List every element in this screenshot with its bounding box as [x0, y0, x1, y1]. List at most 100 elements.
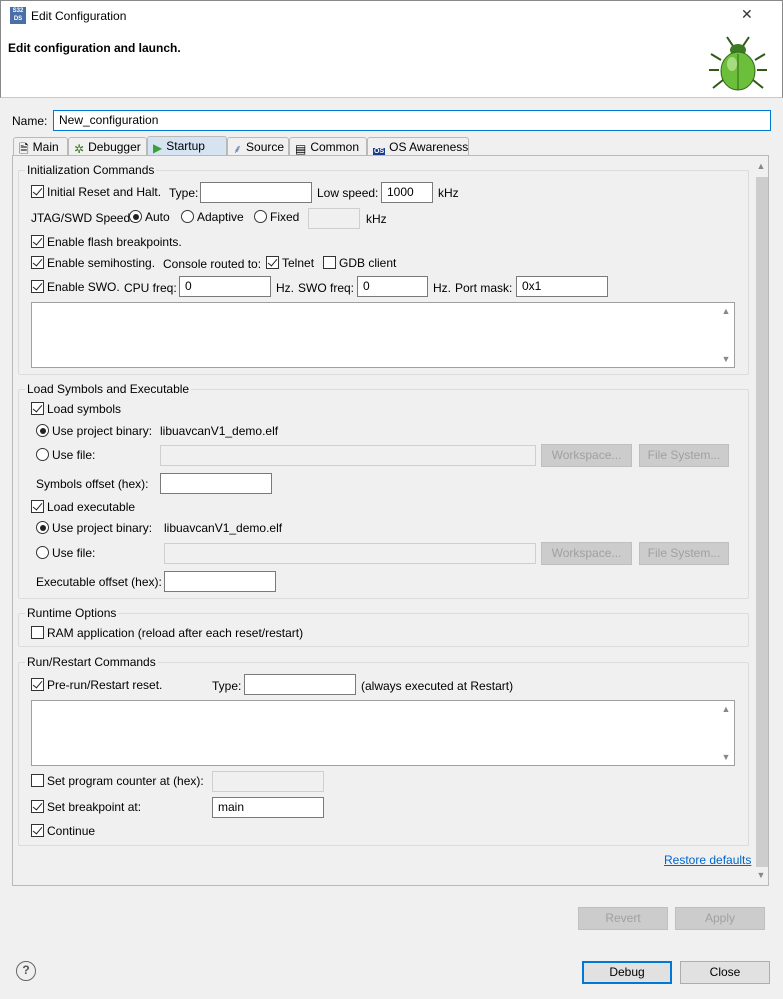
tab-common[interactable]: ▤ Common	[289, 137, 367, 156]
table-icon: ▤	[295, 142, 307, 156]
exec-project-binary-radio[interactable]: Use project binary:	[36, 521, 152, 535]
tab-source[interactable]: ⸙ Source	[227, 137, 289, 156]
khz-label: kHz	[366, 212, 387, 226]
exec-file-input[interactable]	[164, 543, 536, 564]
tab-label: Main	[32, 140, 59, 154]
cpu-freq-input[interactable]: 0	[179, 276, 271, 297]
label: Auto	[145, 210, 170, 224]
restart-note: (always executed at Restart)	[361, 679, 514, 693]
label: Initial Reset and Halt.	[47, 185, 162, 199]
low-speed-input[interactable]: 1000	[381, 182, 433, 203]
label: RAM application (reload after each reset…	[47, 626, 304, 640]
label: Telnet	[282, 256, 315, 270]
label: Adaptive	[197, 210, 244, 224]
revert-button[interactable]: Revert	[578, 907, 668, 930]
group-title: Initialization Commands	[25, 163, 157, 177]
load-executable-checkbox[interactable]: Load executable	[31, 500, 135, 514]
khz-label: kHz	[438, 186, 459, 200]
set-pc-checkbox[interactable]: Set program counter at (hex):	[31, 774, 204, 788]
bug-icon	[709, 36, 767, 91]
bug-icon: ✲	[74, 142, 85, 156]
swo-freq-label: SWO freq:	[298, 281, 355, 295]
title-bar: S32 DS Edit Configuration ✕	[0, 0, 783, 32]
header-message: Edit configuration and launch.	[8, 41, 181, 55]
exec-workspace-button[interactable]: Workspace...	[541, 542, 632, 565]
symbols-project-binary-radio[interactable]: Use project binary:	[36, 424, 152, 438]
flash-breakpoints-checkbox[interactable]: Enable flash breakpoints.	[31, 235, 182, 249]
fixed-speed-input[interactable]	[308, 208, 360, 229]
restore-defaults-link[interactable]: Restore defaults	[664, 853, 751, 867]
tab-label: Startup	[166, 139, 205, 153]
help-icon[interactable]: ?	[16, 961, 36, 981]
pre-run-reset-checkbox[interactable]: Pre-run/Restart reset.	[31, 678, 162, 692]
exec-use-file-radio[interactable]: Use file:	[36, 546, 95, 560]
symbols-use-file-radio[interactable]: Use file:	[36, 448, 95, 462]
init-commands-textarea[interactable]: ▲ ▼	[31, 302, 735, 368]
type-input[interactable]	[200, 182, 312, 203]
symbols-binary-name: libuavcanV1_demo.elf	[160, 424, 279, 438]
label: Use file:	[52, 546, 96, 560]
tab-debugger[interactable]: ✲ Debugger	[68, 137, 147, 156]
breakpoint-input[interactable]: main	[212, 797, 324, 818]
scroll-thumb[interactable]	[756, 177, 768, 867]
label: Enable semihosting.	[47, 256, 156, 270]
symbols-file-system-button[interactable]: File System...	[639, 444, 729, 467]
label: Load executable	[47, 500, 136, 514]
tab-label: Source	[246, 140, 285, 154]
port-mask-input[interactable]: 0x1	[516, 276, 608, 297]
group-title: Load Symbols and Executable	[25, 382, 192, 396]
swo-checkbox[interactable]: Enable SWO.	[31, 280, 120, 294]
telnet-checkbox[interactable]: Telnet	[266, 256, 314, 270]
set-breakpoint-checkbox[interactable]: Set breakpoint at:	[31, 800, 141, 814]
label: Fixed	[270, 210, 300, 224]
hz-label: Hz.	[433, 281, 451, 295]
fixed-radio[interactable]: Fixed	[254, 210, 299, 224]
scroll-down-icon[interactable]: ▼	[720, 354, 732, 364]
low-speed-label: Low speed:	[317, 186, 379, 200]
run-commands-textarea[interactable]: ▲ ▼	[31, 700, 735, 766]
auto-radio[interactable]: Auto	[129, 210, 170, 224]
tab-label: OS Awareness	[389, 140, 469, 154]
symbols-workspace-button[interactable]: Workspace...	[541, 444, 632, 467]
app-logo-icon: S32 DS	[10, 7, 26, 24]
scroll-up-icon[interactable]: ▲	[755, 161, 767, 171]
gdb-client-checkbox[interactable]: GDB client	[323, 256, 396, 270]
label: Set program counter at (hex):	[47, 774, 204, 788]
close-button[interactable]: Close	[680, 961, 770, 984]
close-window-button[interactable]: ✕	[741, 6, 753, 23]
reset-halt-checkbox[interactable]: Initial Reset and Halt.	[31, 185, 161, 199]
tab-main[interactable]: 🗎 Main	[13, 137, 68, 156]
group-title: Runtime Options	[25, 606, 119, 620]
scroll-up-icon[interactable]: ▲	[720, 704, 732, 714]
pc-input[interactable]	[212, 771, 324, 792]
ram-application-checkbox[interactable]: RAM application (reload after each reset…	[31, 626, 303, 640]
scroll-down-icon[interactable]: ▼	[720, 752, 732, 762]
debug-button[interactable]: Debug	[582, 961, 672, 984]
load-group	[18, 389, 749, 599]
label: Use project binary:	[52, 424, 153, 438]
tab-label: Common	[310, 140, 360, 154]
tab-startup[interactable]: ▶ Startup	[147, 136, 227, 156]
scroll-down-icon[interactable]: ▼	[755, 870, 767, 880]
name-input[interactable]: New_configuration	[53, 110, 771, 131]
semihosting-checkbox[interactable]: Enable semihosting.	[31, 256, 155, 270]
exec-offset-input[interactable]	[164, 571, 276, 592]
apply-button[interactable]: Apply	[675, 907, 765, 930]
exec-file-system-button[interactable]: File System...	[639, 542, 729, 565]
adaptive-radio[interactable]: Adaptive	[181, 210, 244, 224]
vertical-scrollbar[interactable]: ▲ ▼	[755, 159, 768, 884]
symbols-offset-input[interactable]	[160, 473, 272, 494]
symbols-offset-label: Symbols offset (hex):	[36, 477, 149, 491]
jtag-speed-label: JTAG/SWD Speed:	[31, 211, 134, 225]
symbols-file-input[interactable]	[160, 445, 536, 466]
continue-checkbox[interactable]: Continue	[31, 824, 95, 838]
tab-os-awareness[interactable]: OS OS Awareness	[367, 137, 469, 156]
load-symbols-checkbox[interactable]: Load symbols	[31, 402, 121, 416]
console-routed-label: Console routed to:	[163, 257, 262, 271]
scroll-up-icon[interactable]: ▲	[720, 306, 732, 316]
tab-label: Debugger	[88, 140, 141, 154]
restart-type-input[interactable]	[244, 674, 356, 695]
swo-freq-input[interactable]: 0	[357, 276, 428, 297]
label: Enable SWO.	[47, 280, 120, 294]
type-label: Type:	[212, 679, 242, 693]
